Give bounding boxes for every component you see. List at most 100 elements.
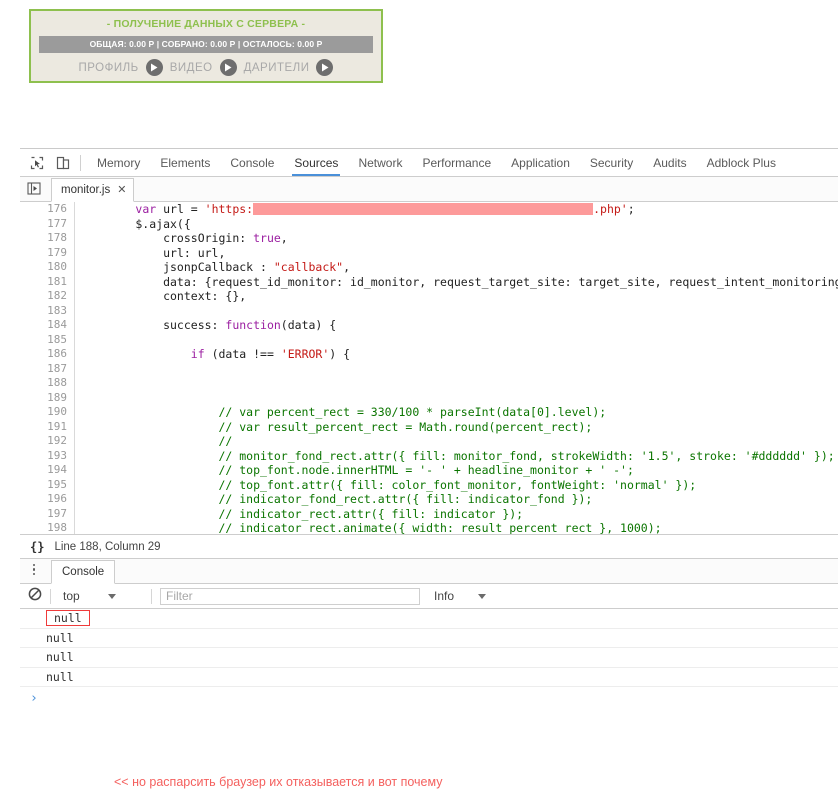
console-prompt[interactable]: › (20, 687, 838, 709)
console-message-list: null null null null (20, 609, 838, 687)
editor-status-bar: {} Line 188, Column 29 (20, 535, 838, 559)
tab-sources[interactable]: Sources (284, 149, 348, 176)
code-token: (data !== (204, 347, 281, 361)
code-line: // indicator_rect.animate({ width: resul… (80, 521, 838, 534)
console-filter-input[interactable] (160, 587, 420, 605)
code-token: jsonpCallback : (80, 260, 274, 274)
code-token: "callback" (273, 260, 344, 274)
code-line: $.ajax({ (80, 217, 838, 232)
tab-adblock-plus[interactable]: Adblock Plus (697, 149, 786, 176)
execution-context-value: top (63, 589, 80, 603)
line-number: 190 (47, 405, 67, 418)
tab-network[interactable]: Network (348, 149, 412, 176)
code-token: ; (627, 202, 635, 216)
play-icon[interactable] (219, 59, 237, 76)
code-token: url = (156, 202, 205, 216)
file-tab-label: monitor.js (61, 184, 111, 196)
tab-memory[interactable]: Memory (87, 149, 150, 176)
code-token: function (225, 318, 281, 332)
line-number: 197 (47, 506, 67, 520)
code-token: // monitor_fond_rect.attr({ fill: monito… (80, 448, 835, 463)
code-line: data: {request_id_monitor: id_monitor, r… (80, 275, 838, 290)
console-message-value: null (46, 610, 90, 627)
line-number: 194 (47, 463, 67, 476)
widget-link-label-profile[interactable]: ПРОФИЛЬ (79, 62, 139, 74)
code-line: url: url, (80, 246, 838, 261)
pretty-print-icon[interactable]: {} (30, 540, 44, 554)
line-number: 179 (47, 245, 67, 259)
code-token: // indicator_fond_rect.attr({ fill: indi… (80, 492, 593, 506)
code-line: // var percent_rect = 330/100 * parseInt… (80, 405, 838, 420)
code-token: // var percent_rect = 330/100 * parseInt… (80, 405, 607, 419)
tab-elements[interactable]: Elements (150, 149, 220, 176)
code-token: var (135, 202, 157, 216)
show-navigator-icon[interactable] (23, 177, 45, 200)
close-icon[interactable]: ✕ (117, 184, 126, 196)
tab-audits[interactable]: Audits (643, 149, 696, 176)
line-number: 187 (47, 361, 67, 375)
console-message-value: null (46, 650, 74, 665)
console-message: null (20, 629, 838, 648)
code-token: url: url, (80, 245, 226, 260)
tab-performance[interactable]: Performance (412, 149, 501, 176)
chevron-down-icon (107, 593, 116, 599)
code-line: // top_font.node.innerHTML = '- ' + head… (80, 463, 838, 478)
annotation-console-note: << но распарсить браузер их отказывается… (114, 775, 443, 789)
drawer-tab-bar: Console (20, 559, 838, 584)
code-token: crossOrigin: (80, 231, 254, 245)
widget-title: - ПОЛУЧЕНИЕ ДАННЫХ С СЕРВЕРА - (106, 18, 306, 30)
code-token: .php' (593, 202, 628, 216)
prompt-arrow-icon: › (30, 690, 38, 706)
widget-link-label-video[interactable]: ВИДЕО (170, 62, 213, 74)
console-message: null (20, 648, 838, 668)
inspect-element-icon[interactable] (24, 150, 50, 176)
log-level-select[interactable]: Info (428, 589, 487, 603)
line-number: 191 (47, 419, 67, 433)
code-token: , (343, 260, 351, 274)
play-icon[interactable] (316, 59, 334, 76)
code-token: true (253, 231, 281, 245)
code-line: jsonpCallback : "callback", (80, 260, 838, 275)
console-message-value: null (46, 669, 74, 684)
clear-console-icon[interactable] (28, 587, 42, 606)
cursor-position: Line 188, Column 29 (54, 540, 161, 553)
code-line: // top_font.attr({ fill: color_font_moni… (80, 478, 838, 493)
code-token: if (190, 347, 205, 361)
more-options-icon[interactable] (23, 558, 45, 581)
tab-console[interactable]: Console (220, 149, 284, 176)
source-editor[interactable]: 176 177 178 179 180 181 182 183 184 185 186 187 188 1… (20, 202, 838, 535)
play-icon[interactable] (145, 59, 163, 76)
code-token: context: {}, (80, 289, 247, 303)
console-message: null (20, 609, 838, 629)
toolbar-divider (151, 588, 152, 604)
code-content[interactable]: var url = 'https: .php'; $.ajax({ crossOr… (76, 202, 838, 534)
file-tab-bar: monitor.js ✕ (20, 177, 838, 202)
line-number: 192 (47, 434, 67, 447)
drawer-tab-console[interactable]: Console (51, 560, 116, 584)
console-message-value: null (46, 630, 74, 645)
line-number: 186 (47, 347, 67, 360)
line-number: 193 (47, 448, 67, 462)
code-token: // indicator_rect.attr({ fill: indicator… (80, 506, 524, 521)
console-message: null (20, 668, 838, 687)
code-token: 'https: (204, 202, 254, 216)
file-tab-monitor-js[interactable]: monitor.js ✕ (51, 178, 135, 202)
tab-application[interactable]: Application (501, 149, 580, 176)
device-toolbar-icon[interactable] (50, 150, 76, 176)
line-number: 196 (47, 492, 67, 505)
line-number-gutter: 176 177 178 179 180 181 182 183 184 185 186 187 188 1… (20, 202, 75, 534)
line-number: 176 (47, 202, 67, 215)
widget-link-label-donors[interactable]: ДАРИТЕЛИ (244, 62, 310, 74)
line-number: 180 (47, 260, 67, 273)
execution-context-select[interactable]: top (59, 589, 143, 603)
devtools-tabstrip: Memory Elements Console Sources Network … (20, 149, 838, 177)
code-line: // (80, 434, 838, 449)
widget-stats-bar: ОБЩАЯ: 0.00 Р | СОБРАНО: 0.00 Р | ОСТАЛО… (39, 36, 373, 53)
redacted-url (253, 203, 594, 215)
tab-security[interactable]: Security (580, 149, 643, 176)
